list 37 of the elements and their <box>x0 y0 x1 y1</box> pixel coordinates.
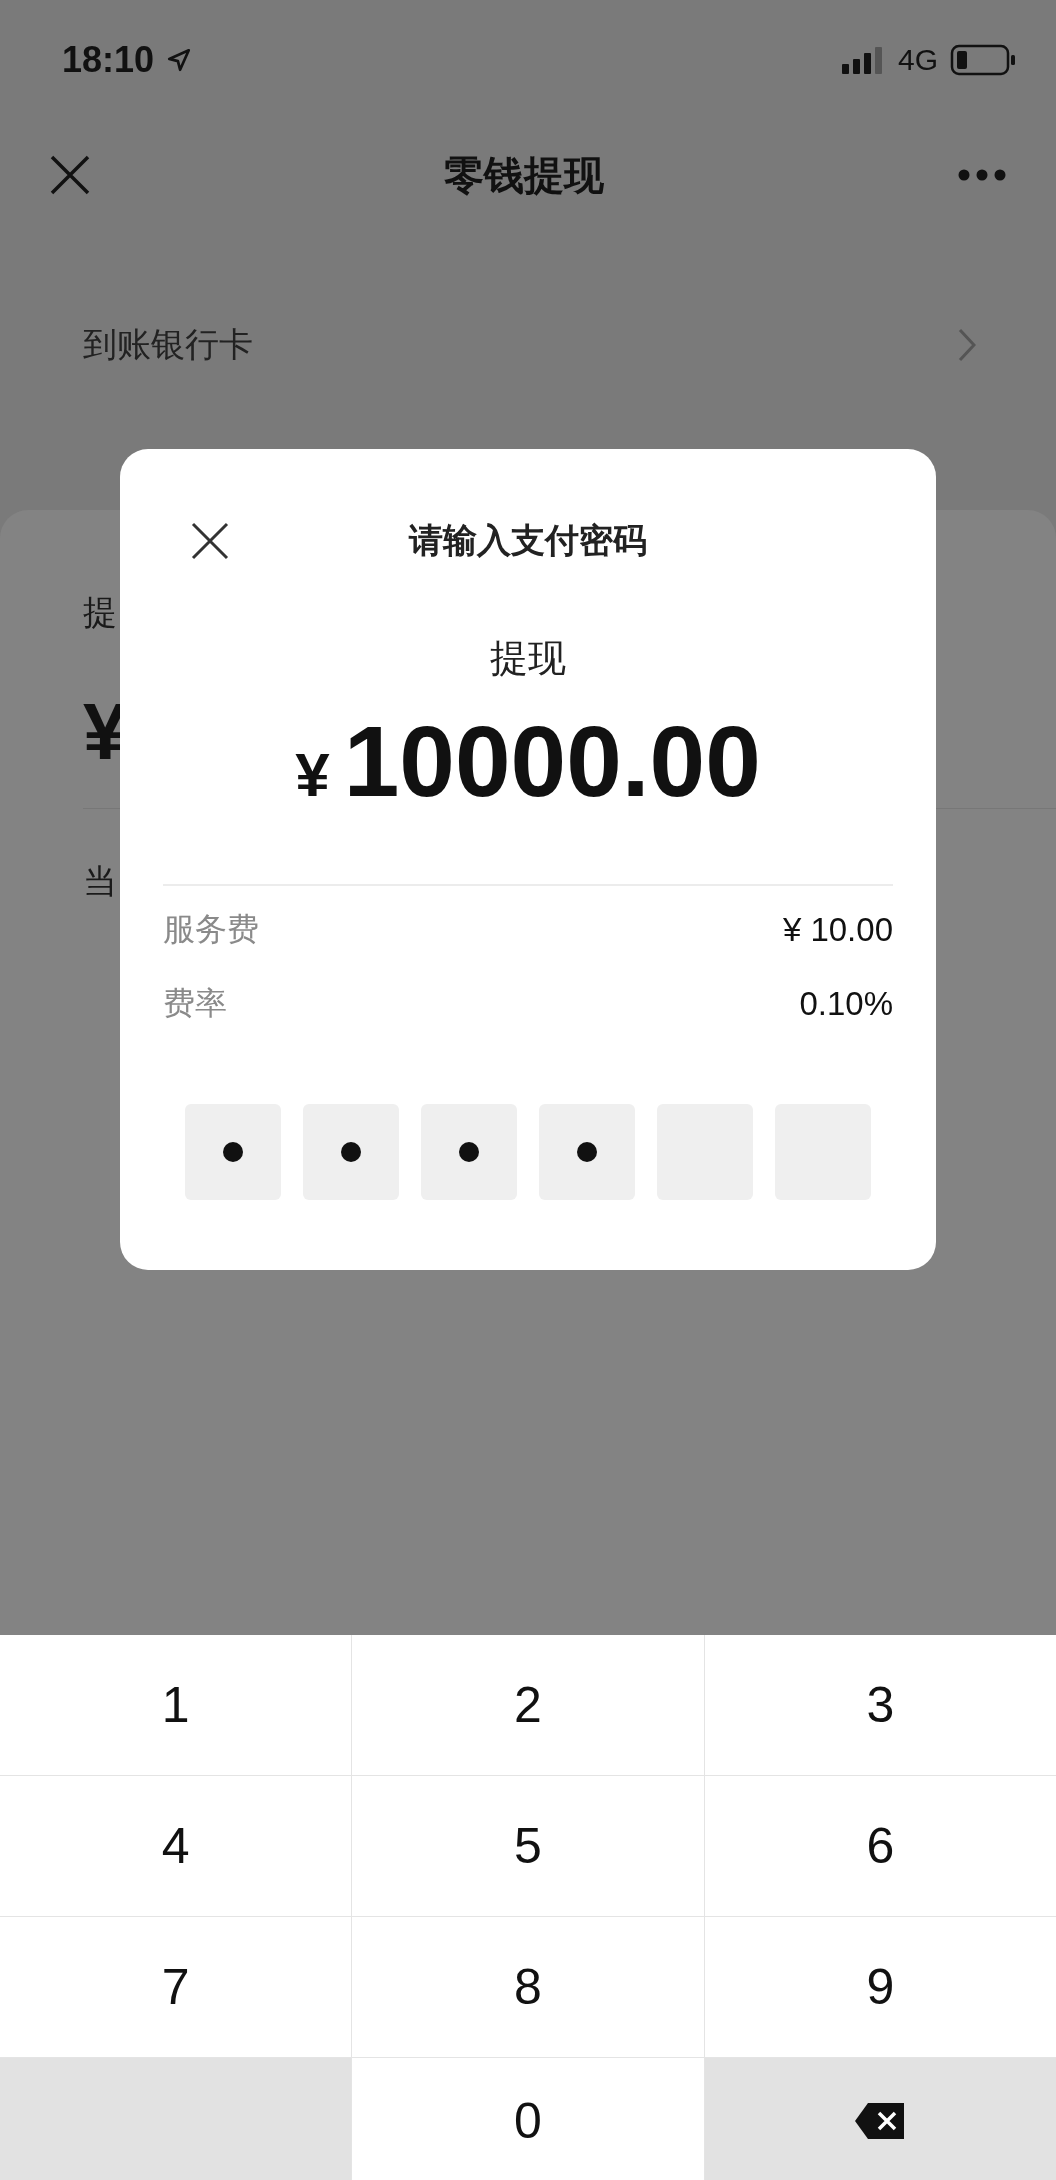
keypad-key[interactable]: 2 <box>352 1635 704 1775</box>
keypad-key[interactable]: 6 <box>704 1776 1056 1916</box>
bank-card-label: 到账银行卡 <box>83 323 253 366</box>
balance-note: 当 <box>83 860 117 903</box>
dialog-title: 请输入支付密码 <box>409 519 647 562</box>
keypad-key[interactable]: 5 <box>352 1776 704 1916</box>
pin-box[interactable] <box>421 1104 517 1200</box>
network-label: 4G <box>897 43 938 77</box>
keypad-key[interactable]: 9 <box>704 1917 1056 2057</box>
currency-symbol: ¥ <box>295 739 330 810</box>
battery-icon <box>950 44 1016 76</box>
keypad-key[interactable]: 0 <box>352 2058 704 2180</box>
withdraw-amount: 10000.00 <box>343 704 761 819</box>
detail-value: 0.10% <box>799 985 893 1023</box>
status-time: 18:10 <box>62 39 155 81</box>
keypad-key[interactable]: 7 <box>0 1917 352 2057</box>
close-icon[interactable] <box>191 522 229 560</box>
detail-label: 服务费 <box>163 909 259 950</box>
pin-box[interactable] <box>303 1104 399 1200</box>
pin-box[interactable] <box>539 1104 635 1200</box>
pin-dot <box>223 1142 243 1162</box>
keypad-key[interactable]: 1 <box>0 1635 352 1775</box>
keypad-key[interactable]: 3 <box>704 1635 1056 1775</box>
detail-label: 费率 <box>163 983 227 1024</box>
keypad-key[interactable]: 8 <box>352 1917 704 2057</box>
more-icon[interactable] <box>958 169 1006 181</box>
location-arrow-icon <box>166 47 193 73</box>
pin-box[interactable] <box>185 1104 281 1200</box>
pin-dot <box>459 1142 479 1162</box>
pin-dot <box>341 1142 361 1162</box>
card-title: 提 <box>83 591 117 634</box>
backspace-icon <box>854 2101 907 2140</box>
detail-value: ¥ 10.00 <box>782 911 893 949</box>
pin-dot <box>577 1142 597 1162</box>
keypad-key[interactable]: 4 <box>0 1776 352 1916</box>
page-title: 零钱提现 <box>444 150 604 200</box>
dialog-subtitle: 提现 <box>490 635 566 682</box>
